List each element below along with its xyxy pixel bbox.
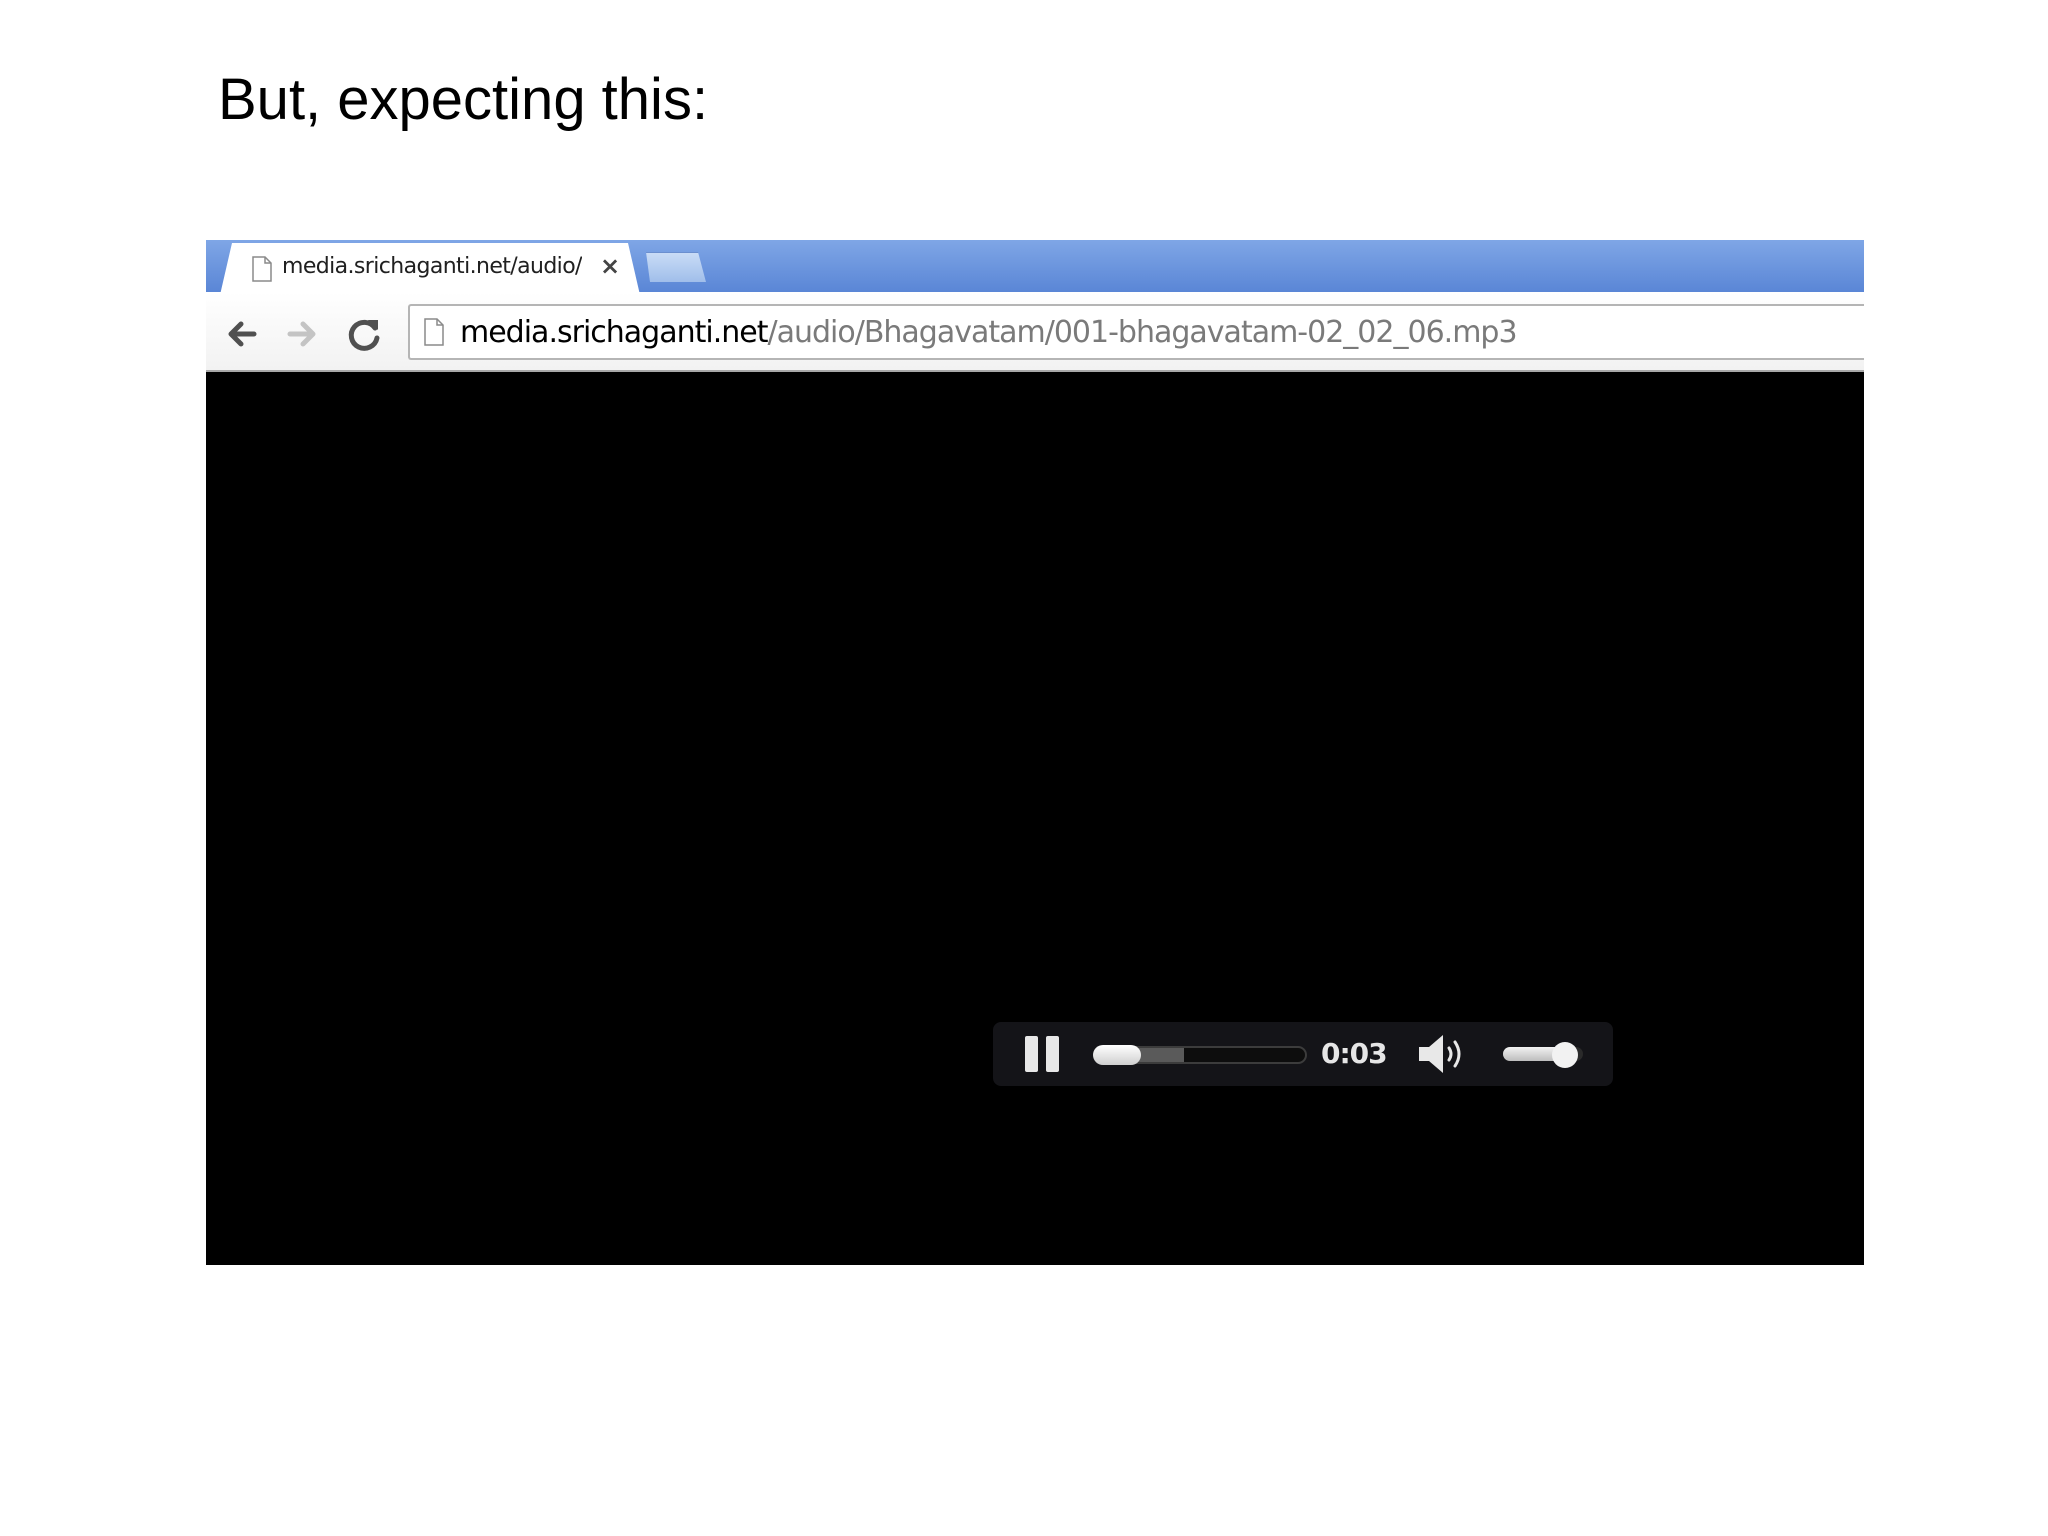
page-icon — [252, 256, 272, 282]
back-arrow-icon[interactable] — [222, 314, 262, 354]
address-bar[interactable]: media.srichaganti.net/audio/Bhagavatam/0… — [408, 304, 1864, 360]
speaker-icon[interactable] — [1417, 1032, 1469, 1076]
time-display: 0:03 — [1321, 1037, 1388, 1070]
url-path: /audio/Bhagavatam/001-bhagavatam-02_02_0… — [767, 315, 1517, 350]
address-url: media.srichaganti.net/audio/Bhagavatam/0… — [460, 315, 1518, 350]
tab-title: media.srichaganti.net/audio/ — [282, 254, 582, 279]
reload-icon[interactable] — [344, 314, 384, 354]
new-tab-button[interactable] — [646, 252, 706, 282]
pause-bar-right — [1046, 1036, 1059, 1072]
forward-arrow-icon[interactable] — [282, 314, 322, 354]
tab-strip: media.srichaganti.net/audio/ × — [206, 240, 1864, 295]
volume-thumb[interactable] — [1552, 1042, 1579, 1068]
pause-bar-left — [1025, 1036, 1038, 1072]
tab-close-icon[interactable]: × — [596, 252, 624, 280]
url-host: media.srichaganti.net — [460, 315, 768, 350]
pause-icon[interactable] — [1025, 1036, 1061, 1072]
browser-window: media.srichaganti.net/audio/ × media.sri… — [206, 240, 1864, 1265]
browser-toolbar: media.srichaganti.net/audio/Bhagavatam/0… — [206, 292, 1864, 372]
slide: But, expecting this: media.srichaganti.n… — [0, 0, 2048, 1536]
tab-media-page[interactable]: media.srichaganti.net/audio/ × — [220, 243, 640, 295]
page-icon — [424, 318, 444, 346]
media-viewport: 0:03 — [206, 372, 1864, 1265]
audio-player-controls: 0:03 — [993, 1022, 1613, 1086]
seek-thumb[interactable] — [1093, 1045, 1141, 1065]
slide-title: But, expecting this: — [218, 67, 709, 132]
